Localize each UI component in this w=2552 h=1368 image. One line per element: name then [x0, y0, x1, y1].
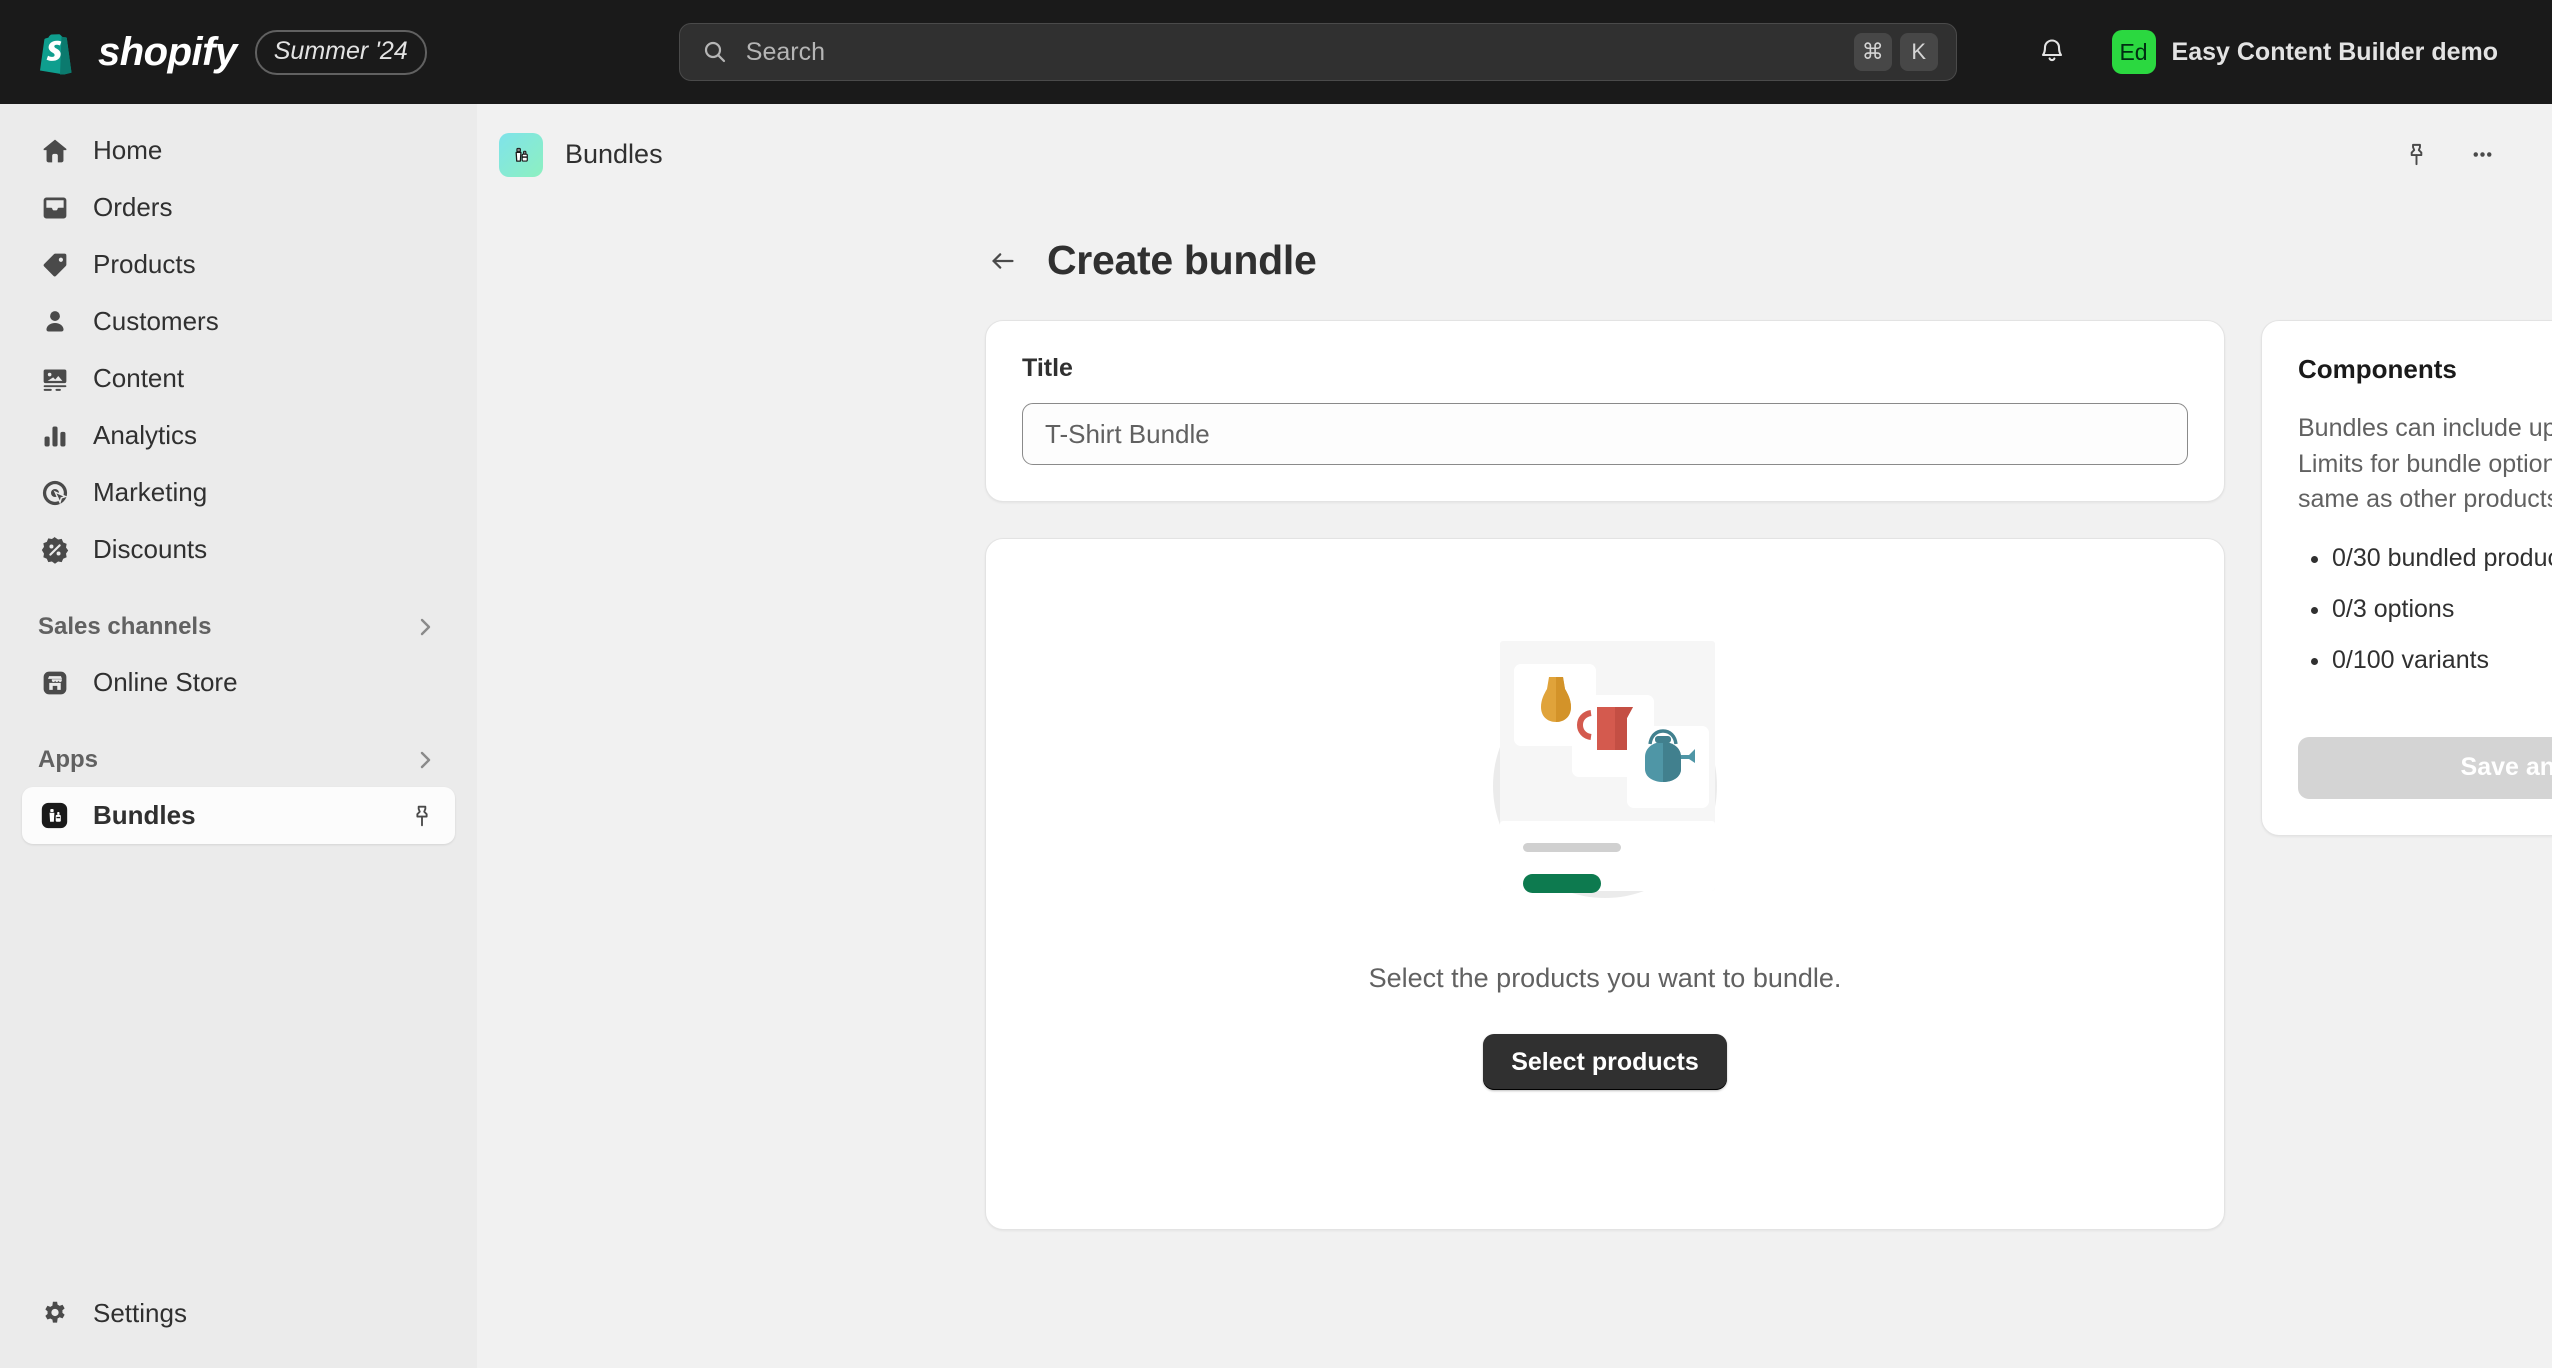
notifications-button[interactable] — [2026, 26, 2078, 78]
list-item: 0/30 bundled products — [2332, 544, 2552, 573]
sidebar-footer: Settings — [22, 1285, 455, 1368]
search-icon — [702, 39, 728, 65]
chevron-right-icon — [411, 613, 439, 641]
online-store-icon — [38, 666, 71, 699]
chevron-right-icon — [411, 746, 439, 774]
sidebar-item-bundles[interactable]: Bundles — [22, 787, 455, 844]
sidebar-item-online-store[interactable]: Online Store — [22, 654, 455, 711]
title-field-label: Title — [1022, 354, 1073, 382]
arrow-left-icon[interactable] — [985, 243, 1021, 279]
list-item: 0/100 variants — [2332, 646, 2552, 675]
app-header-actions — [2390, 129, 2508, 181]
sidebar-item-label: Analytics — [93, 420, 198, 450]
account-menu-button[interactable]: Ed Easy Content Builder demo — [2104, 23, 2516, 81]
top-bar: shopify Summer '24 Search ⌘ K Ed Easy Co… — [0, 0, 2552, 104]
products-empty-state-card: Select the products you want to bundle. … — [985, 538, 2225, 1230]
avatar: Ed — [2111, 30, 2156, 74]
search-shortcut: ⌘ K — [1853, 33, 1938, 71]
save-and-continue-button[interactable]: Save and continue — [2298, 736, 2552, 799]
shopify-bag-icon — [38, 29, 80, 75]
sidebar: Home Orders Products Customers Content A… — [0, 104, 477, 1368]
list-item: 0/3 options — [2332, 595, 2552, 624]
sidebar-item-label: Customers — [93, 306, 219, 336]
sidebar-item-customers[interactable]: Customers — [22, 293, 455, 350]
bundle-title-input[interactable] — [1022, 403, 2188, 465]
components-card: Components Bundles can include up to 30 … — [2261, 320, 2552, 836]
sidebar-item-label: Marketing — [93, 477, 208, 507]
app-header: Bundles — [477, 104, 2552, 205]
sidebar-item-analytics[interactable]: Analytics — [22, 407, 455, 464]
sidebar-item-settings[interactable]: Settings — [22, 1285, 455, 1342]
components-description: Bundles can include up to 30 different p… — [2298, 414, 2552, 513]
account-name: Easy Content Builder demo — [2171, 37, 2498, 66]
empty-state-text: Select the products you want to bundle. — [1368, 963, 1842, 993]
marketing-target-icon — [38, 476, 71, 509]
brand-area[interactable]: shopify Summer '24 — [0, 29, 610, 75]
app-title: Bundles — [565, 139, 663, 169]
season-badge: Summer '24 — [254, 29, 427, 75]
sidebar-section-apps[interactable]: Apps — [22, 733, 455, 787]
create-bundle-page: Create bundle Title T-Shirt Bundle Selec… — [477, 205, 2552, 1230]
orders-inbox-icon — [38, 191, 71, 224]
sidebar-item-label: Products — [93, 249, 196, 279]
shopify-wordmark: shopify — [98, 29, 237, 74]
section-label: Apps — [38, 746, 98, 773]
main-content: Bundles Create bundle Title T-Shirt Bund… — [477, 104, 2552, 1368]
shortcut-key-k: K — [1899, 33, 1938, 71]
sidebar-item-discounts[interactable]: Discounts — [22, 521, 455, 578]
sidebar-item-label: Bundles — [93, 800, 196, 830]
bundles-app-icon — [499, 132, 543, 177]
sidebar-item-home[interactable]: Home — [22, 122, 455, 179]
sidebar-item-label: Discounts — [93, 534, 208, 564]
search-input[interactable]: Search — [746, 38, 1854, 67]
page-columns: Title T-Shirt Bundle Select the products… — [477, 320, 2552, 1230]
components-title: Components — [2298, 354, 2457, 384]
page-header: Create bundle — [477, 205, 2552, 320]
components-limits-list: 0/30 bundled products 0/3 options 0/100 … — [2332, 544, 2552, 675]
right-column: Components Bundles can include up to 30 … — [2261, 320, 2552, 1230]
content-image-icon — [38, 362, 71, 395]
sidebar-item-label: Orders — [93, 192, 173, 222]
page-title: Create bundle — [1047, 237, 1317, 283]
sidebar-item-label: Content — [93, 363, 185, 393]
sidebar-item-label: Home — [93, 135, 163, 165]
pin-icon[interactable] — [2390, 129, 2442, 181]
search-area: Search ⌘ K — [610, 23, 2026, 81]
title-card: Title — [985, 320, 2225, 502]
product-bundle-illustration — [1455, 631, 1755, 911]
search-bar[interactable]: Search ⌘ K — [678, 23, 1957, 81]
customers-person-icon — [38, 305, 71, 338]
top-bar-actions: Ed Easy Content Builder demo — [2026, 23, 2552, 81]
sidebar-section-sales-channels[interactable]: Sales channels — [22, 600, 455, 654]
sidebar-item-orders[interactable]: Orders — [22, 179, 455, 236]
sidebar-item-marketing[interactable]: Marketing — [22, 464, 455, 521]
sidebar-item-label: Online Store — [93, 667, 238, 697]
sidebar-item-label: Settings — [93, 1298, 187, 1328]
gear-icon — [38, 1297, 71, 1330]
bundles-app-icon — [38, 799, 71, 832]
sidebar-item-products[interactable]: Products — [22, 236, 455, 293]
ellipsis-horizontal-icon[interactable] — [2456, 129, 2508, 181]
section-label: Sales channels — [38, 613, 212, 640]
select-products-button[interactable]: Select products — [1483, 1034, 1727, 1090]
left-column: Title T-Shirt Bundle Select the products… — [985, 320, 2225, 1230]
analytics-bars-icon — [38, 419, 71, 452]
bell-icon — [2037, 35, 2067, 70]
home-icon — [38, 134, 71, 167]
discounts-percent-icon — [38, 533, 71, 566]
pin-icon[interactable] — [405, 799, 439, 833]
products-tag-icon — [38, 248, 71, 281]
sidebar-item-content[interactable]: Content — [22, 350, 455, 407]
shortcut-key-command: ⌘ — [1853, 33, 1892, 71]
